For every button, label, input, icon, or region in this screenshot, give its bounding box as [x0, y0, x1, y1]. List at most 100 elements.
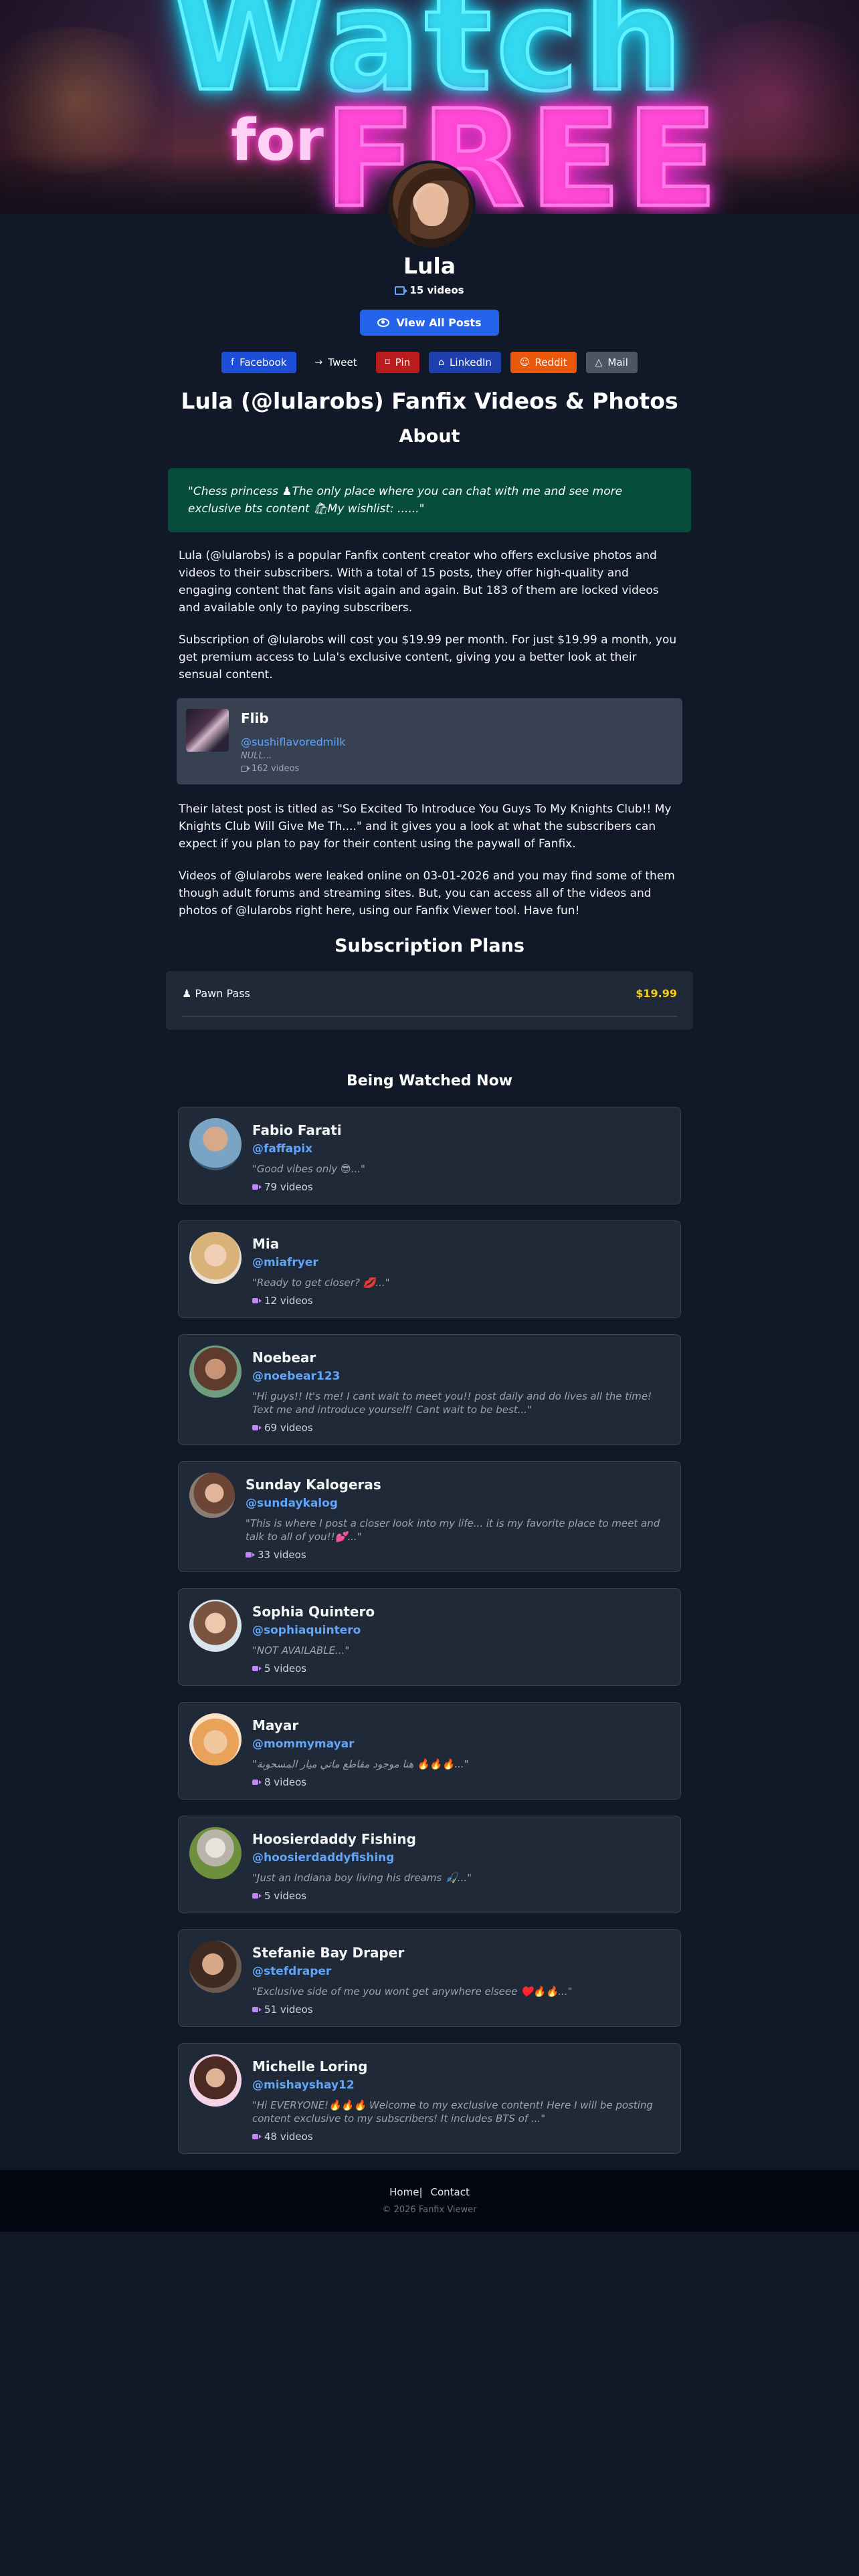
footer-contact-link[interactable]: Contact [431, 2186, 470, 2198]
camera-icon [252, 1893, 262, 1899]
share-linkedin-button[interactable]: ⌂ LinkedIn [429, 352, 501, 373]
about-paragraph-1: Lula (@lularobs) is a popular Fanfix con… [179, 549, 659, 615]
camera-icon [246, 1552, 255, 1558]
share-tweet-button[interactable]: → Tweet [305, 352, 367, 373]
camera-icon [252, 1780, 262, 1785]
plan-row[interactable]: ♟ Pawn Pass $19.99 [182, 987, 677, 1016]
creator-bio: "Ready to get closer? 💋..." [252, 1277, 390, 1289]
camera-icon [252, 1184, 262, 1190]
camera-icon [252, 1666, 262, 1671]
creator-name: Fabio Farati [252, 1122, 342, 1138]
facebook-icon: f [231, 357, 235, 368]
footer-links: Home| Contact [0, 2186, 859, 2198]
about-paragraph-3: Their latest post is titled as "So Excit… [179, 802, 672, 851]
about-paragraph-2: Subscription of @lularobs will cost you … [179, 633, 677, 681]
share-facebook-button[interactable]: f Facebook [221, 352, 296, 373]
creator-thumbnail [186, 709, 229, 752]
creator-card[interactable]: Stefanie Bay Draper @stefdraper "Exclusi… [178, 1929, 681, 2027]
creator-bio: "Hi EVERYONE!🔥🔥🔥 Welcome to my exclusive… [252, 2099, 653, 2125]
creator-bio: "This is where I post a closer look into… [246, 1517, 660, 1543]
arrow-icon: → [314, 357, 323, 368]
creator-card[interactable]: Michelle Loring @mishayshay12 "Hi EVERYO… [178, 2043, 681, 2154]
creator-video-count: 51 videos [252, 2004, 572, 2016]
footer-copyright: © 2026 Fanfix Viewer [382, 2205, 477, 2215]
creator-video-count: 162 videos [241, 764, 346, 774]
about-heading: About [399, 426, 460, 447]
profile-avatar [386, 160, 476, 250]
creator-avatar [189, 1713, 242, 1765]
share-pin-button[interactable]: ⌑ Pin [375, 352, 420, 373]
creator-video-count: 79 videos [252, 1181, 365, 1193]
avatar-face [417, 187, 448, 226]
creator-video-count: 33 videos [246, 1549, 670, 1561]
creator-video-count: 69 videos [252, 1422, 670, 1434]
creator-name: Mayar [252, 1717, 299, 1733]
page-footer: Home| Contact © 2026 Fanfix Viewer [0, 2170, 859, 2232]
creator-handle-link[interactable]: @sushiflavoredmilk [241, 736, 346, 748]
creator-card[interactable]: Fabio Farati @faffapix "Good vibes only … [178, 1107, 681, 1204]
creator-card[interactable]: Hoosierdaddy Fishing @hoosierdaddyfishin… [178, 1816, 681, 1913]
creator-video-count: 5 videos [252, 1890, 472, 1902]
footer-home-link[interactable]: Home [389, 2186, 419, 2198]
creator-card[interactable]: Mia @miafryer "Ready to get closer? 💋...… [178, 1220, 681, 1318]
creator-bio: "Just an Indiana boy living his dreams 🎣… [252, 1872, 472, 1884]
creator-card[interactable]: Mayar @mommymayar "هنا موجود مقاطع ماتي … [178, 1702, 681, 1800]
eye-icon [377, 318, 390, 327]
creator-handle-link[interactable]: @mommymayar [252, 1737, 468, 1751]
creator-name: Mia [252, 1236, 280, 1252]
camera-icon [252, 1425, 262, 1430]
neon-for-sign: for [231, 107, 324, 174]
about-paragraph-4: Videos of @lularobs were leaked online o… [179, 869, 675, 918]
creator-name: Michelle Loring [252, 2058, 368, 2074]
bookmark-icon: ⌑ [385, 357, 390, 368]
creator-bio: "NOT AVAILABLE..." [252, 1644, 350, 1656]
creator-bio: "Exclusive side of me you wont get anywh… [252, 1985, 573, 1998]
creator-handle-link[interactable]: @mishayshay12 [252, 2078, 670, 2092]
creator-handle-link[interactable]: @noebear123 [252, 1370, 670, 1383]
related-creator-card[interactable]: Flib @sushiflavoredmilk NULL... 162 vide… [177, 698, 682, 784]
creator-avatar [189, 2054, 242, 2107]
camera-icon [252, 1298, 262, 1303]
camera-icon [252, 2007, 262, 2012]
creator-name: Hoosierdaddy Fishing [252, 1831, 416, 1847]
creator-name: Sunday Kalogeras [246, 1477, 381, 1493]
creator-handle-link[interactable]: @faffapix [252, 1142, 365, 1156]
profile-header: Lula 15 videos View All Posts f Facebook … [0, 253, 859, 373]
bio-quote: "Chess princess ♟The only place where yo… [168, 468, 691, 532]
neon-free-sign: FREE [323, 80, 723, 215]
creator-handle-link[interactable]: @sundaykalog [246, 1497, 670, 1510]
creator-video-count: 8 videos [252, 1776, 468, 1788]
creator-handle-link[interactable]: @hoosierdaddyfishing [252, 1851, 472, 1864]
creator-list: Fabio Farati @faffapix "Good vibes only … [178, 1107, 681, 2154]
creator-card[interactable]: Sophia Quintero @sophiaquintero "NOT AVA… [178, 1588, 681, 1686]
profile-video-count: 15 videos [0, 284, 859, 296]
creator-bio: "Good vibes only 😎..." [252, 1163, 365, 1175]
being-watched-heading: Being Watched Now [346, 1073, 513, 1089]
creator-handle-link[interactable]: @sophiaquintero [252, 1624, 375, 1637]
share-mail-button[interactable]: △ Mail [585, 352, 638, 373]
creator-card[interactable]: Sunday Kalogeras @sundaykalog "This is w… [178, 1461, 681, 1572]
creator-avatar [189, 1473, 235, 1518]
creator-bio: NULL... [241, 751, 272, 761]
creator-bio: "هنا موجود مقاطع ماتي ميار المسحوبة 🔥🔥🔥.… [252, 1758, 469, 1770]
creator-handle-link[interactable]: @stefdraper [252, 1965, 572, 1978]
video-count-text: 15 videos [409, 284, 464, 296]
creator-avatar [189, 1941, 242, 1993]
creator-avatar [189, 1346, 242, 1398]
creator-handle-link[interactable]: @miafryer [252, 1256, 390, 1269]
creator-card[interactable]: Noebear @noebear123 "Hi guys!! It's me! … [178, 1334, 681, 1445]
linkedin-icon: ⌂ [438, 357, 445, 368]
page-title: Lula (@lularobs) Fanfix Videos & Photos [181, 388, 678, 414]
footer-separator: | [419, 2186, 423, 2198]
video-icon [241, 766, 250, 772]
creator-name: Noebear [252, 1350, 316, 1366]
view-all-posts-button[interactable]: View All Posts [360, 310, 499, 336]
creator-name: Stefanie Bay Draper [252, 1945, 405, 1961]
creator-video-count: 48 videos [252, 2131, 670, 2143]
video-icon [395, 286, 408, 295]
subscription-plans-heading: Subscription Plans [335, 936, 524, 956]
share-reddit-button[interactable]: ☺ Reddit [510, 352, 577, 373]
view-all-posts-label: View All Posts [396, 316, 482, 329]
creator-video-count: 5 videos [252, 1662, 375, 1675]
creator-name: Sophia Quintero [252, 1604, 375, 1620]
